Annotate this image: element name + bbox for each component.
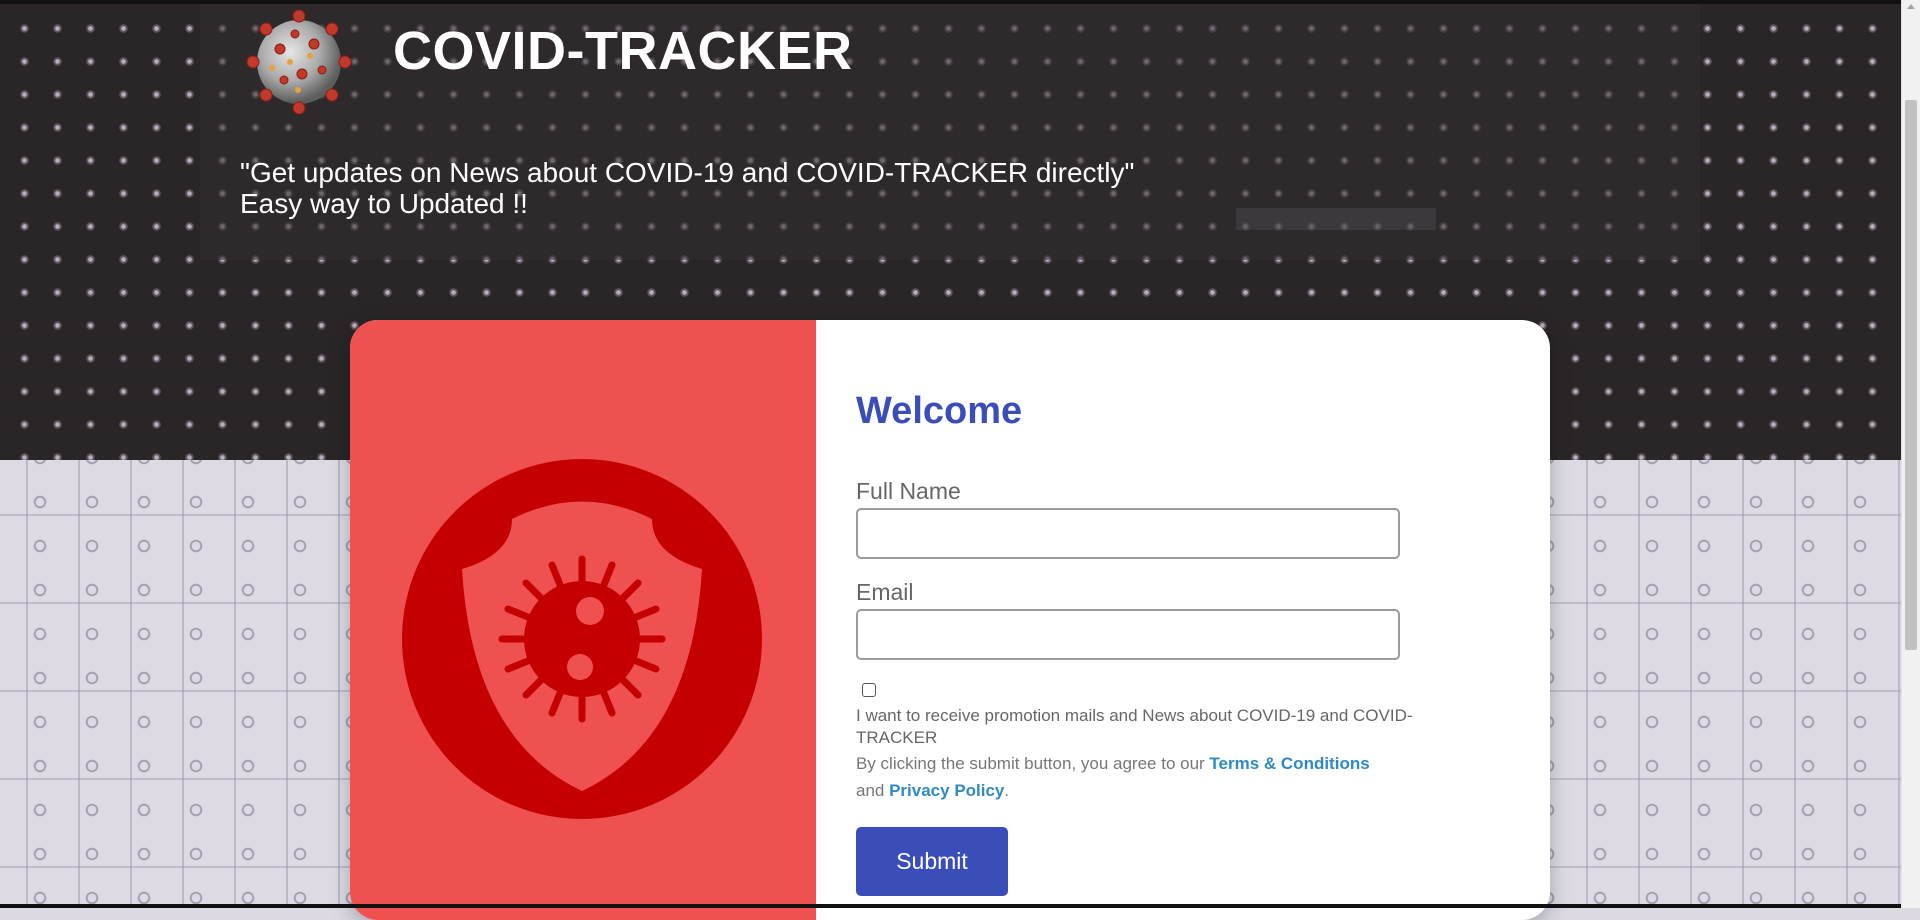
tagline-line-1: "Get updates on News about COVID-19 and … — [240, 157, 1135, 188]
terms-middle: and — [856, 781, 890, 800]
full-name-label: Full Name — [856, 478, 961, 504]
full-name-input[interactable] — [856, 508, 1400, 559]
page-scrollbar[interactable] — [1901, 0, 1920, 908]
signup-card: Welcome Full Name Email I want to receiv… — [350, 320, 1550, 920]
scroll-up-arrow-icon[interactable] — [1907, 4, 1915, 9]
app-title: COVID-TRACKER — [393, 21, 853, 81]
terms-suffix: . — [1004, 781, 1010, 800]
virus-logo-icon — [240, 4, 358, 120]
email-input[interactable] — [856, 609, 1400, 660]
privacy-link[interactable]: Privacy Policy — [889, 781, 1004, 800]
bottom-edge — [0, 904, 1901, 908]
tagline-line-2: Easy way to Updated !! — [240, 188, 528, 219]
form-heading: Welcome — [856, 390, 1023, 432]
terms-link[interactable]: Terms & Conditions — [1209, 754, 1369, 773]
shield-virus-icon — [402, 459, 762, 819]
promo-label: I want to receive promotion mails and Ne… — [856, 706, 1413, 747]
submit-button[interactable]: Submit — [856, 827, 1008, 896]
tagline: "Get updates on News about COVID-19 and … — [240, 157, 1134, 219]
header-faint-bar — [1236, 208, 1436, 230]
email-label: Email — [856, 579, 914, 605]
card-illustration-panel — [350, 320, 816, 920]
terms-notice: By clicking the submit button, you agree… — [856, 750, 1446, 804]
terms-prefix: By clicking the submit button, you agree… — [856, 754, 1210, 773]
promo-checkbox[interactable] — [862, 683, 876, 697]
scroll-thumb[interactable] — [1905, 100, 1917, 650]
